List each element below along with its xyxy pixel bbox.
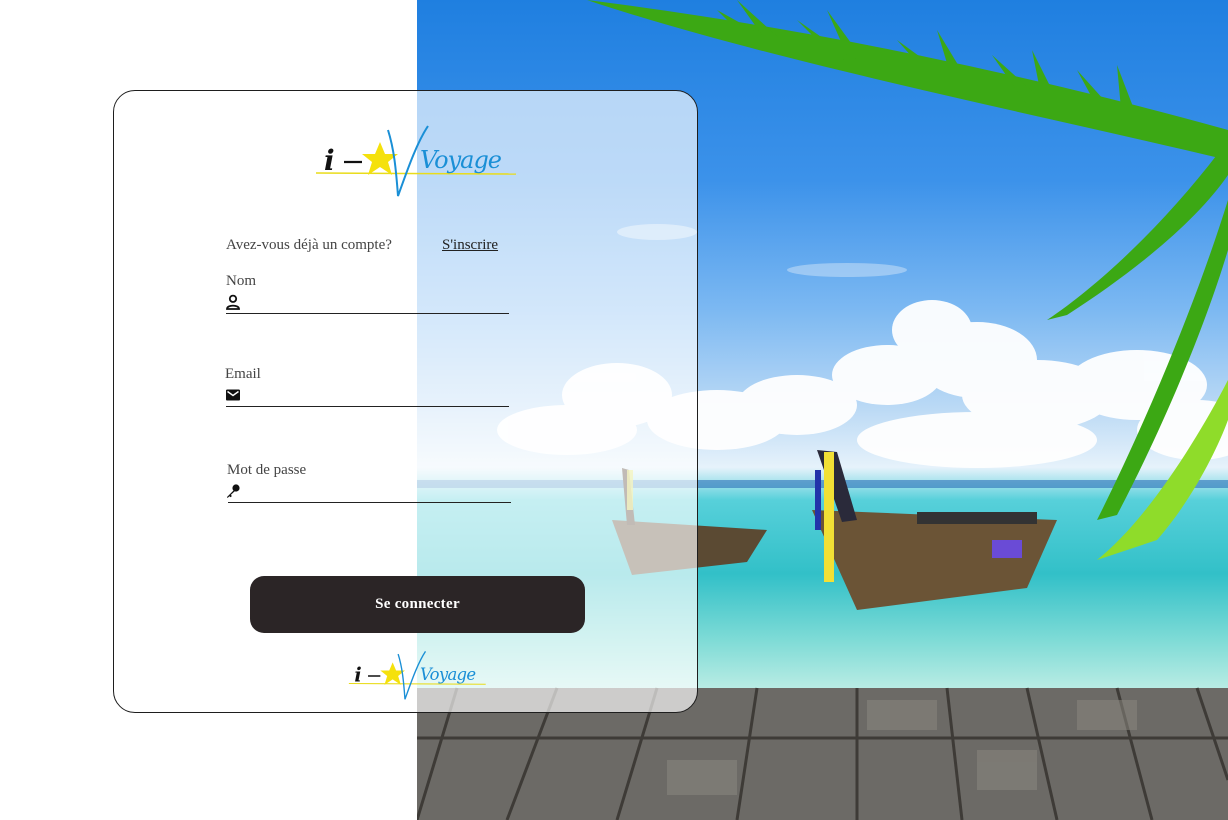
account-question: Avez-vous déjà un compte? [226,237,392,253]
svg-text:i: i [354,663,361,686]
login-button[interactable]: Se connecter [250,576,585,633]
i-voyage-footer-logo: i Voyage [348,650,486,700]
email-input[interactable] [226,389,509,407]
svg-text:Voyage: Voyage [420,146,502,174]
signup-link[interactable]: S'inscrire [442,237,498,254]
password-label: Mot de passe [227,462,307,478]
password-input[interactable] [228,485,511,503]
email-label: Email [225,366,261,382]
svg-text:Voyage: Voyage [420,665,475,684]
name-input[interactable] [226,296,509,314]
i-voyage-logo: i Voyage [316,125,517,197]
name-label: Nom [226,273,256,289]
svg-text:i: i [324,144,335,177]
